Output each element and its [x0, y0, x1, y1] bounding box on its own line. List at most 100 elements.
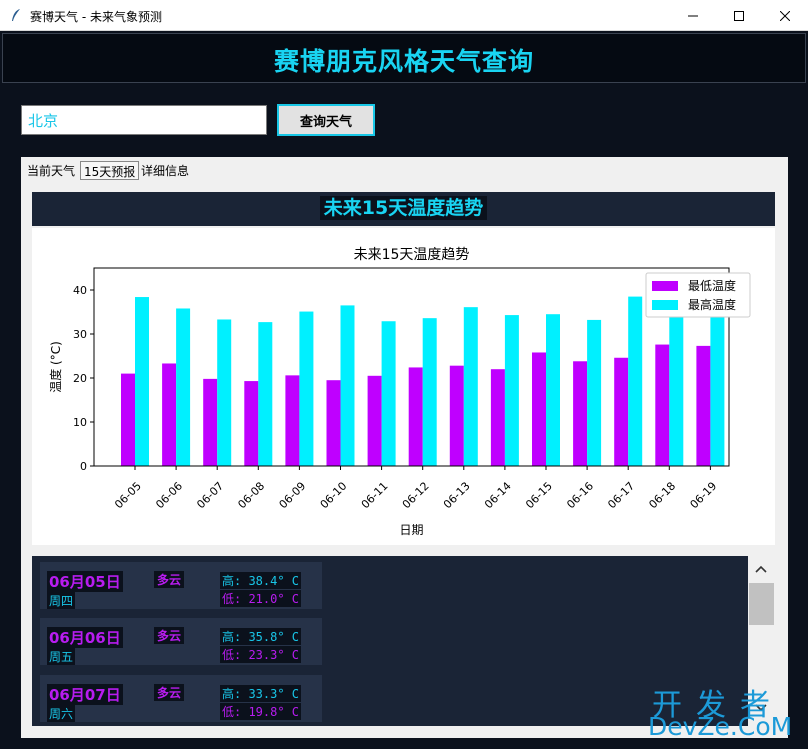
bar-low	[449, 365, 464, 466]
day-weekday: 周六	[47, 705, 76, 722]
bar-low	[244, 381, 259, 466]
bar-high	[258, 322, 273, 466]
day-card: 06月05日 周四 多云 高: 38.4° C 低: 21.0° C	[40, 562, 322, 609]
bar-high	[587, 319, 602, 466]
bar-high	[176, 308, 191, 466]
day-condition: 多云	[154, 684, 185, 701]
bar-high	[217, 319, 232, 466]
city-input[interactable]	[21, 105, 267, 135]
bar-low	[121, 373, 135, 466]
forecast-banner-title: 未来15天温度趋势	[319, 196, 488, 220]
day-low-temp: 低: 19.8° C	[220, 703, 302, 720]
scrollbar-thumb[interactable]	[749, 583, 774, 625]
bar-high	[546, 314, 560, 466]
bar-low	[162, 363, 177, 466]
bar-high	[381, 321, 396, 466]
app-title: 赛博朋克风格天气查询	[273, 47, 534, 76]
y-tick-label: 30	[73, 328, 87, 341]
bar-low	[408, 367, 423, 466]
x-tick-label: 06-05	[112, 479, 144, 511]
window-titlebar: 赛博天气 - 未来气象预测	[0, 0, 808, 31]
tab-15day-forecast[interactable]: 15天预报	[80, 161, 140, 180]
day-condition: 多云	[154, 571, 185, 588]
day-date: 06月05日	[47, 571, 123, 592]
watermark: 开发者 DevZe.CoM	[648, 680, 800, 744]
bar-low	[203, 378, 218, 466]
chart-title: 未来15天温度趋势	[354, 247, 470, 263]
x-tick-label: 06-17	[605, 479, 637, 511]
legend-label: 最低温度	[688, 278, 736, 293]
y-tick-label: 0	[80, 460, 87, 473]
x-tick-label: 06-10	[318, 479, 350, 511]
day-low-temp: 低: 23.3° C	[220, 646, 302, 663]
weather-notebook: 当前天气 15天预报 详细信息 未来15天温度趋势 未来15天温度趋势 06-05…	[21, 157, 788, 738]
x-axis-label: 日期	[399, 523, 423, 537]
day-low-temp: 低: 21.0° C	[220, 590, 302, 607]
x-tick-label: 06-16	[564, 479, 596, 511]
bar-high	[504, 315, 519, 466]
bar-high	[669, 312, 684, 466]
minimize-icon	[688, 15, 698, 16]
chevron-up-icon[interactable]	[755, 565, 767, 573]
bar-low	[490, 369, 505, 466]
day-weekday: 周四	[47, 592, 76, 609]
query-weather-button[interactable]: 查询天气	[277, 104, 375, 136]
temperature-chart: 未来15天温度趋势 06-05 06-06 06-07 06-08 06-09 06-10 0…	[32, 228, 775, 545]
day-high-temp: 高: 35.8° C	[220, 628, 302, 645]
tab-details[interactable]: 详细信息	[138, 161, 192, 180]
x-tick-label: 06-15	[523, 479, 555, 511]
legend-swatch	[652, 300, 678, 310]
app-header: 赛博朋克风格天气查询	[2, 33, 806, 83]
window-title: 赛博天气 - 未来气象预测	[30, 10, 162, 24]
bar-high	[340, 305, 355, 466]
close-icon	[780, 10, 790, 21]
x-tick-label: 06-07	[194, 479, 226, 511]
maximize-icon	[734, 10, 744, 21]
forecast-banner: 未来15天温度趋势	[32, 192, 775, 226]
temperature-chart-svg: 未来15天温度趋势 06-05 06-06 06-07 06-08 06-09 06-10 0…	[48, 247, 751, 537]
x-tick-label: 06-08	[235, 479, 267, 511]
x-tick-label: 06-11	[359, 479, 391, 511]
x-tick-label: 06-18	[646, 479, 678, 511]
bar-low	[573, 361, 588, 466]
x-tick-label: 06-14	[482, 479, 514, 511]
maximize-button[interactable]	[716, 0, 762, 31]
tab-current-weather[interactable]: 当前天气	[24, 161, 78, 180]
bar-high	[710, 307, 725, 466]
bar-high	[422, 318, 437, 466]
bar-high	[628, 296, 643, 466]
x-tick-label: 06-06	[153, 479, 185, 511]
day-high-temp: 高: 33.3° C	[220, 685, 302, 702]
x-tick-label: 06-09	[277, 479, 309, 511]
x-tick-label: 06-19	[688, 479, 720, 511]
legend-swatch	[652, 281, 678, 291]
bar-low	[696, 345, 711, 466]
x-tick-label: 06-13	[441, 479, 473, 511]
daily-forecast-list: 06月05日 周四 多云 高: 38.4° C 低: 21.0° C 06月06…	[32, 556, 748, 726]
minimize-button[interactable]	[670, 0, 716, 31]
bar-low	[285, 375, 300, 466]
y-axis-label: 温度 (°C)	[48, 341, 63, 393]
y-tick-label: 40	[73, 284, 87, 297]
day-card: 06月07日 周六 多云 高: 33.3° C 低: 19.8° C	[40, 675, 322, 722]
x-tick-label: 06-12	[400, 479, 432, 511]
y-tick-label: 10	[73, 416, 87, 429]
legend-label: 最高温度	[688, 297, 736, 312]
y-tick-label: 20	[73, 372, 87, 385]
day-high-temp: 高: 38.4° C	[220, 572, 302, 589]
bar-high	[135, 297, 149, 466]
bar-low	[614, 357, 629, 466]
day-card: 06月06日 周五 多云 高: 35.8° C 低: 23.3° C	[40, 618, 322, 665]
day-weekday: 周五	[47, 648, 76, 665]
bar-low	[655, 344, 670, 466]
bar-low	[367, 375, 382, 466]
day-date: 06月07日	[47, 684, 123, 705]
bar-low	[532, 352, 546, 466]
bar-high	[299, 311, 314, 466]
bar-high	[463, 307, 478, 466]
feather-icon	[12, 9, 20, 21]
bar-low	[326, 380, 341, 466]
day-date: 06月06日	[47, 627, 123, 648]
close-button[interactable]	[762, 0, 808, 31]
day-condition: 多云	[154, 627, 185, 644]
